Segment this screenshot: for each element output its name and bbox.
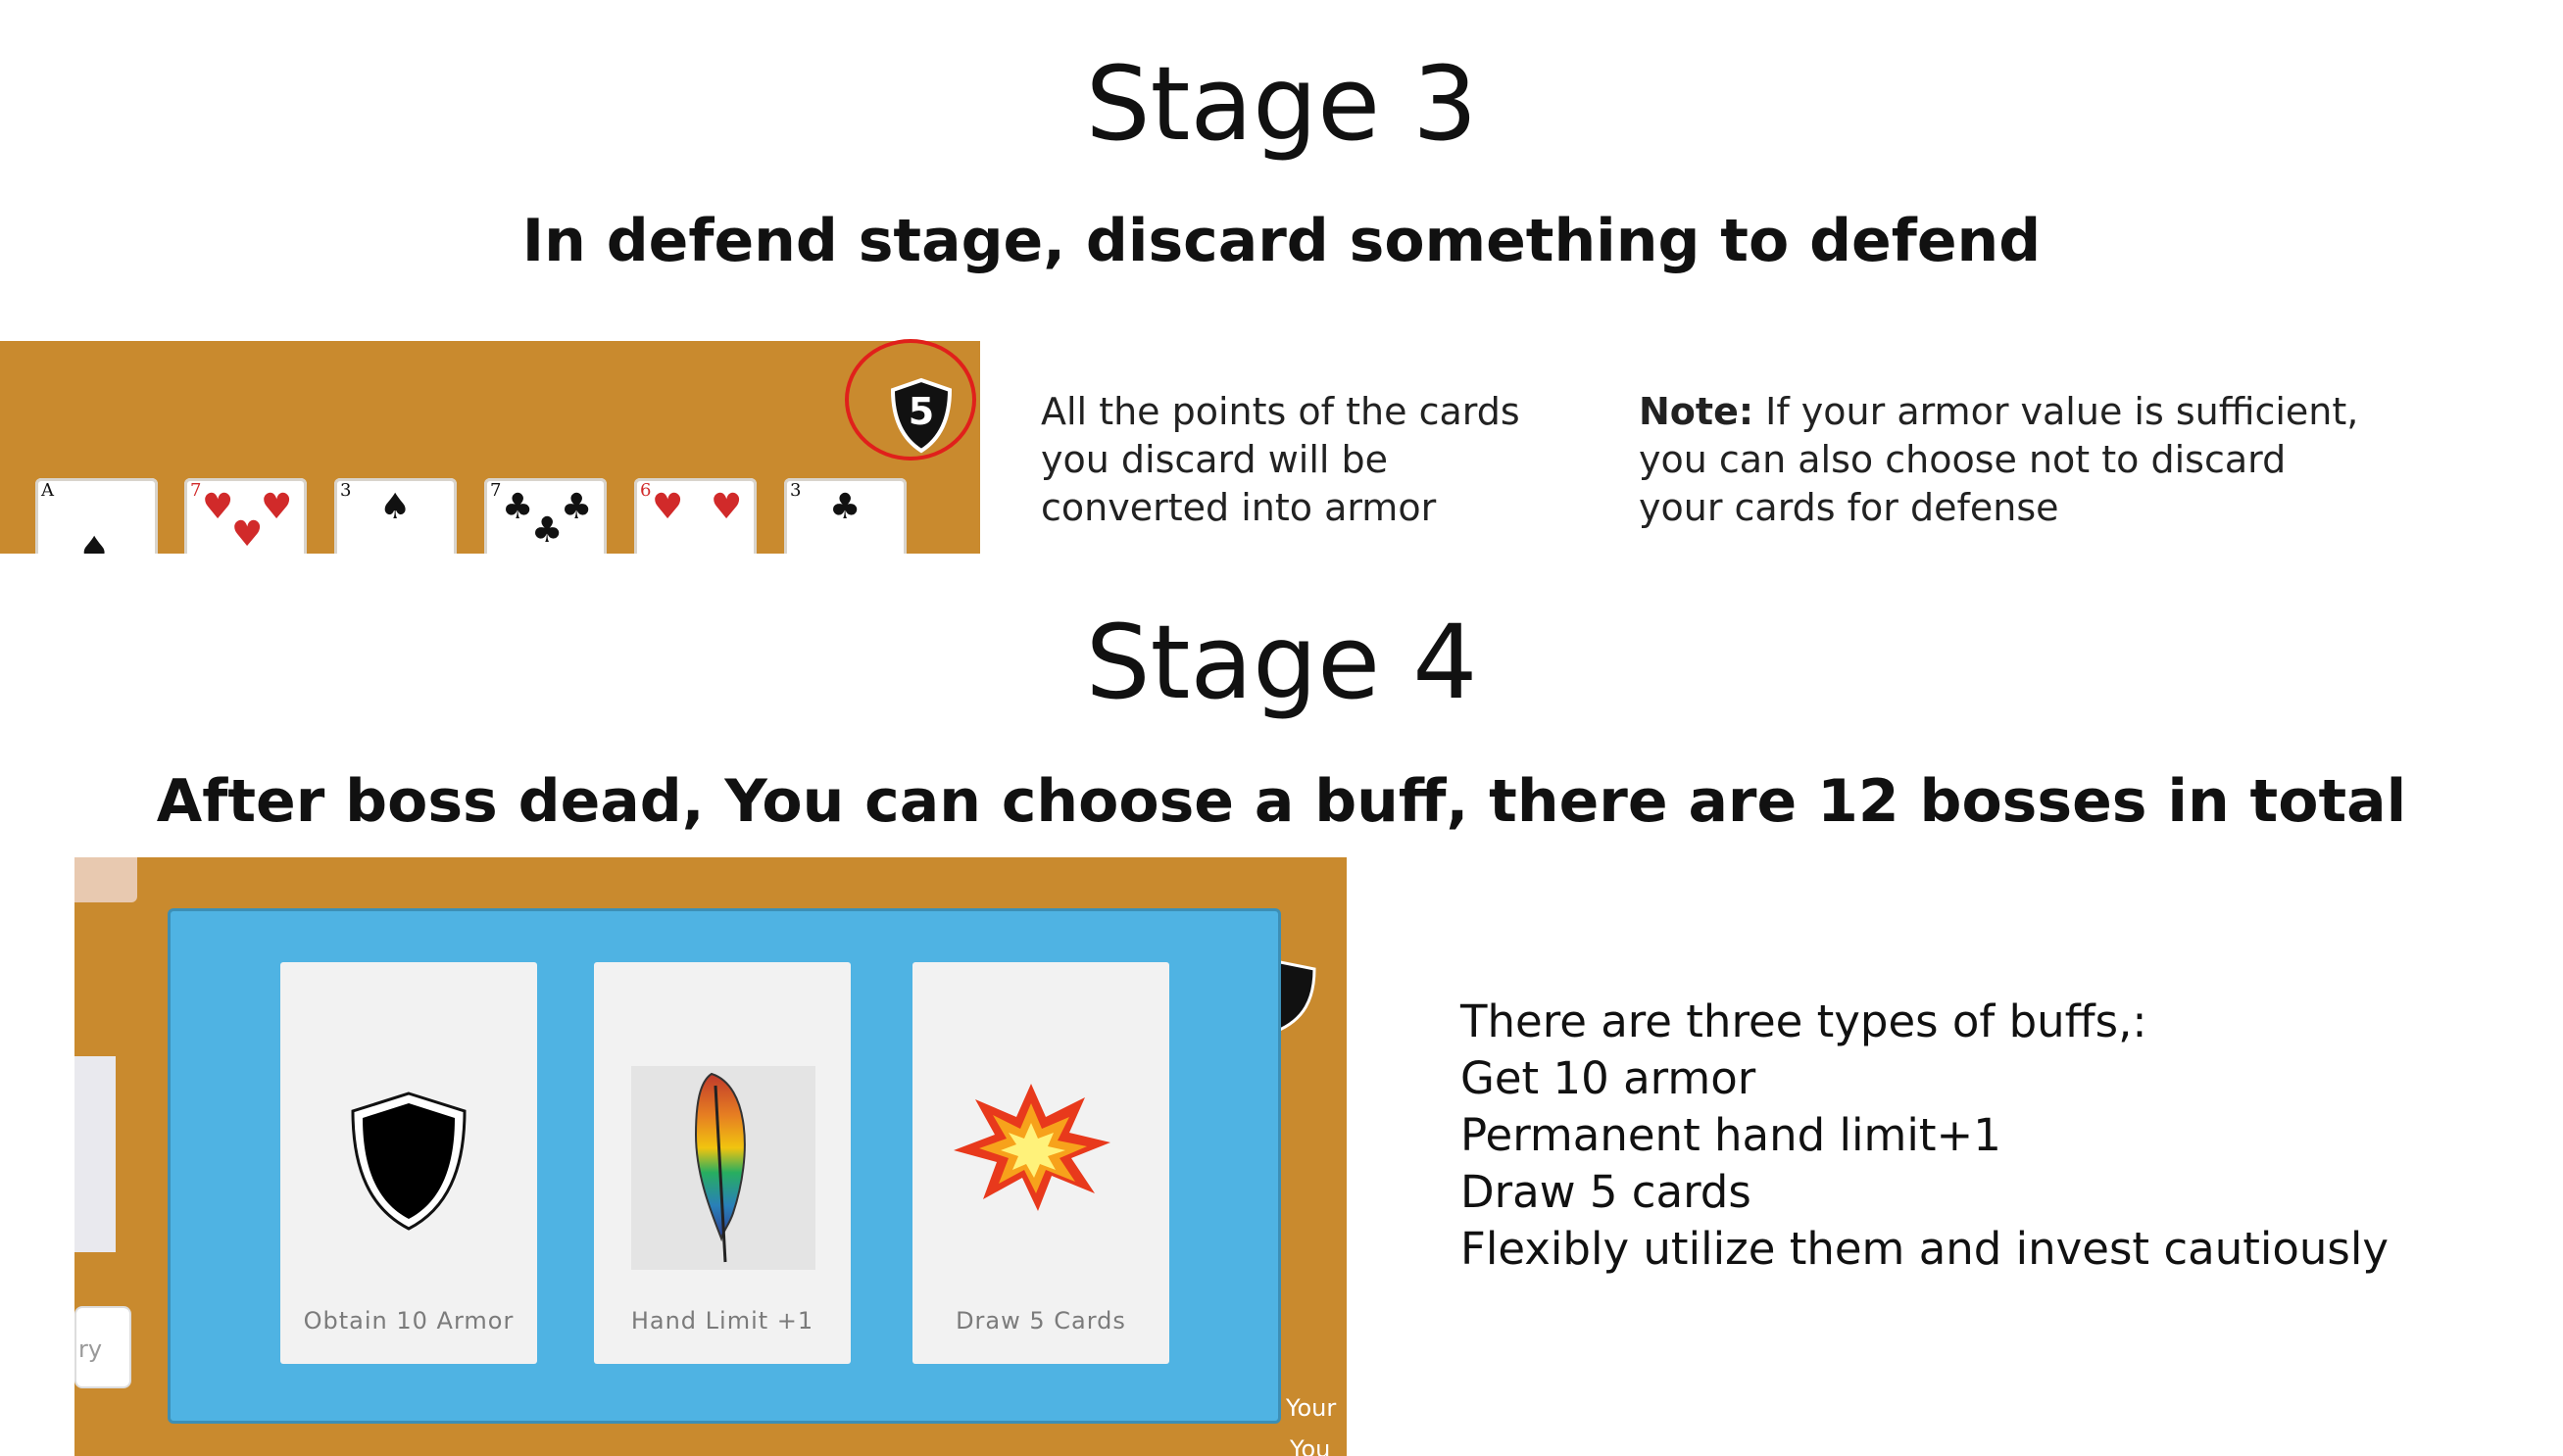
description-line: Get 10 armor	[1460, 1052, 1756, 1104]
heart-icon: ♥	[261, 487, 293, 527]
stage4-title: Stage 4	[1085, 603, 1478, 722]
note-line: you can also choose not to discard	[1639, 438, 2287, 481]
buff-card-armor[interactable]: Obtain 10 Armor	[280, 962, 537, 1364]
card-rank: 7	[190, 480, 202, 501]
card-rank: 3	[340, 480, 352, 501]
hand-card[interactable]: 3 ♣ ♣	[784, 478, 907, 554]
stage4-game-screenshot: ry Your You Obtain 10 Armor Hand Limit +…	[74, 857, 1347, 1456]
description-line: Flexibly utilize them and invest cautiou…	[1460, 1223, 2389, 1275]
heart-icon: ♥	[231, 514, 264, 554]
stage3-game-screenshot: 5 A ♠ 7 ♥ ♥ ♥ ♥ ♥ 3 ♠ ♠ 7 ♣ ♣ ♣ ♣ ♣ 6 ♥ …	[0, 341, 980, 554]
input-fragment[interactable]: ry	[74, 1306, 131, 1388]
description-line: Permanent hand limit+1	[1460, 1109, 2001, 1161]
panel-fragment	[74, 857, 137, 902]
shield-icon	[351, 1092, 467, 1231]
note-line: your cards for defense	[1639, 486, 2059, 529]
card-rank: 7	[490, 480, 502, 501]
shield-icon	[1273, 959, 1316, 1035]
club-icon: ♣	[502, 487, 534, 527]
hand-card[interactable]: 7 ♣ ♣ ♣ ♣ ♣	[484, 478, 607, 554]
club-icon: ♣	[561, 487, 593, 527]
heart-icon: ♥	[711, 487, 743, 527]
input-fragment-text: ry	[78, 1335, 103, 1363]
buff-label: Hand Limit +1	[630, 1307, 814, 1335]
description-line: you discard will be	[1041, 438, 1389, 481]
description-line: All the points of the cards	[1041, 390, 1520, 433]
explosion-icon	[954, 1084, 1110, 1211]
buff-selection-modal: Obtain 10 Armor Hand Limit +1 Draw 5 Car…	[168, 908, 1281, 1424]
buff-card-draw[interactable]: Draw 5 Cards	[912, 962, 1169, 1364]
card-rank: 3	[790, 480, 802, 501]
spade-icon: ♠	[379, 487, 412, 527]
stage3-subtitle: In defend stage, discard something to de…	[521, 207, 2042, 275]
description-line: Draw 5 cards	[1460, 1166, 1751, 1218]
card-rank: A	[41, 480, 54, 501]
note-label: Note:	[1639, 390, 1754, 433]
spade-icon: ♠	[78, 530, 111, 555]
side-text: Your	[1286, 1394, 1337, 1422]
feather-icon	[694, 1072, 746, 1263]
armor-badge	[1273, 955, 1334, 1036]
highlight-circle	[845, 339, 976, 461]
side-text: You	[1290, 1435, 1331, 1456]
heart-icon: ♥	[202, 487, 234, 527]
hand-card[interactable]: 6 ♥ ♥ ♥ ♥	[634, 478, 757, 554]
description-line: There are three types of buffs,:	[1460, 995, 2147, 1047]
stage3-description: All the points of the cards you discard …	[1041, 388, 1520, 532]
panel-fragment	[74, 1056, 116, 1252]
buff-label: Draw 5 Cards	[956, 1307, 1126, 1335]
note-text: If your armor value is sufficient,	[1753, 390, 2359, 433]
club-icon: ♣	[531, 510, 564, 551]
stage3-note: Note: If your armor value is sufficient,…	[1639, 388, 2358, 532]
hand-card[interactable]: A ♠	[35, 478, 158, 554]
stage4-subtitle: After boss dead, You can choose a buff, …	[156, 767, 2407, 836]
buff-label: Obtain 10 Armor	[303, 1307, 515, 1335]
buff-card-hand-limit[interactable]: Hand Limit +1	[594, 962, 851, 1364]
feather-image	[631, 1066, 815, 1270]
hand-card[interactable]: 7 ♥ ♥ ♥ ♥ ♥	[184, 478, 307, 554]
description-line: converted into armor	[1041, 486, 1437, 529]
card-rank: 6	[640, 480, 652, 501]
hand-card[interactable]: 3 ♠ ♠	[334, 478, 457, 554]
stage4-description: There are three types of buffs,: Get 10 …	[1460, 994, 2389, 1278]
note-line: Note: If your armor value is sufficient,	[1639, 388, 2358, 436]
heart-icon: ♥	[652, 487, 684, 527]
stage3-title: Stage 3	[1085, 44, 1478, 164]
club-icon: ♣	[829, 487, 862, 527]
